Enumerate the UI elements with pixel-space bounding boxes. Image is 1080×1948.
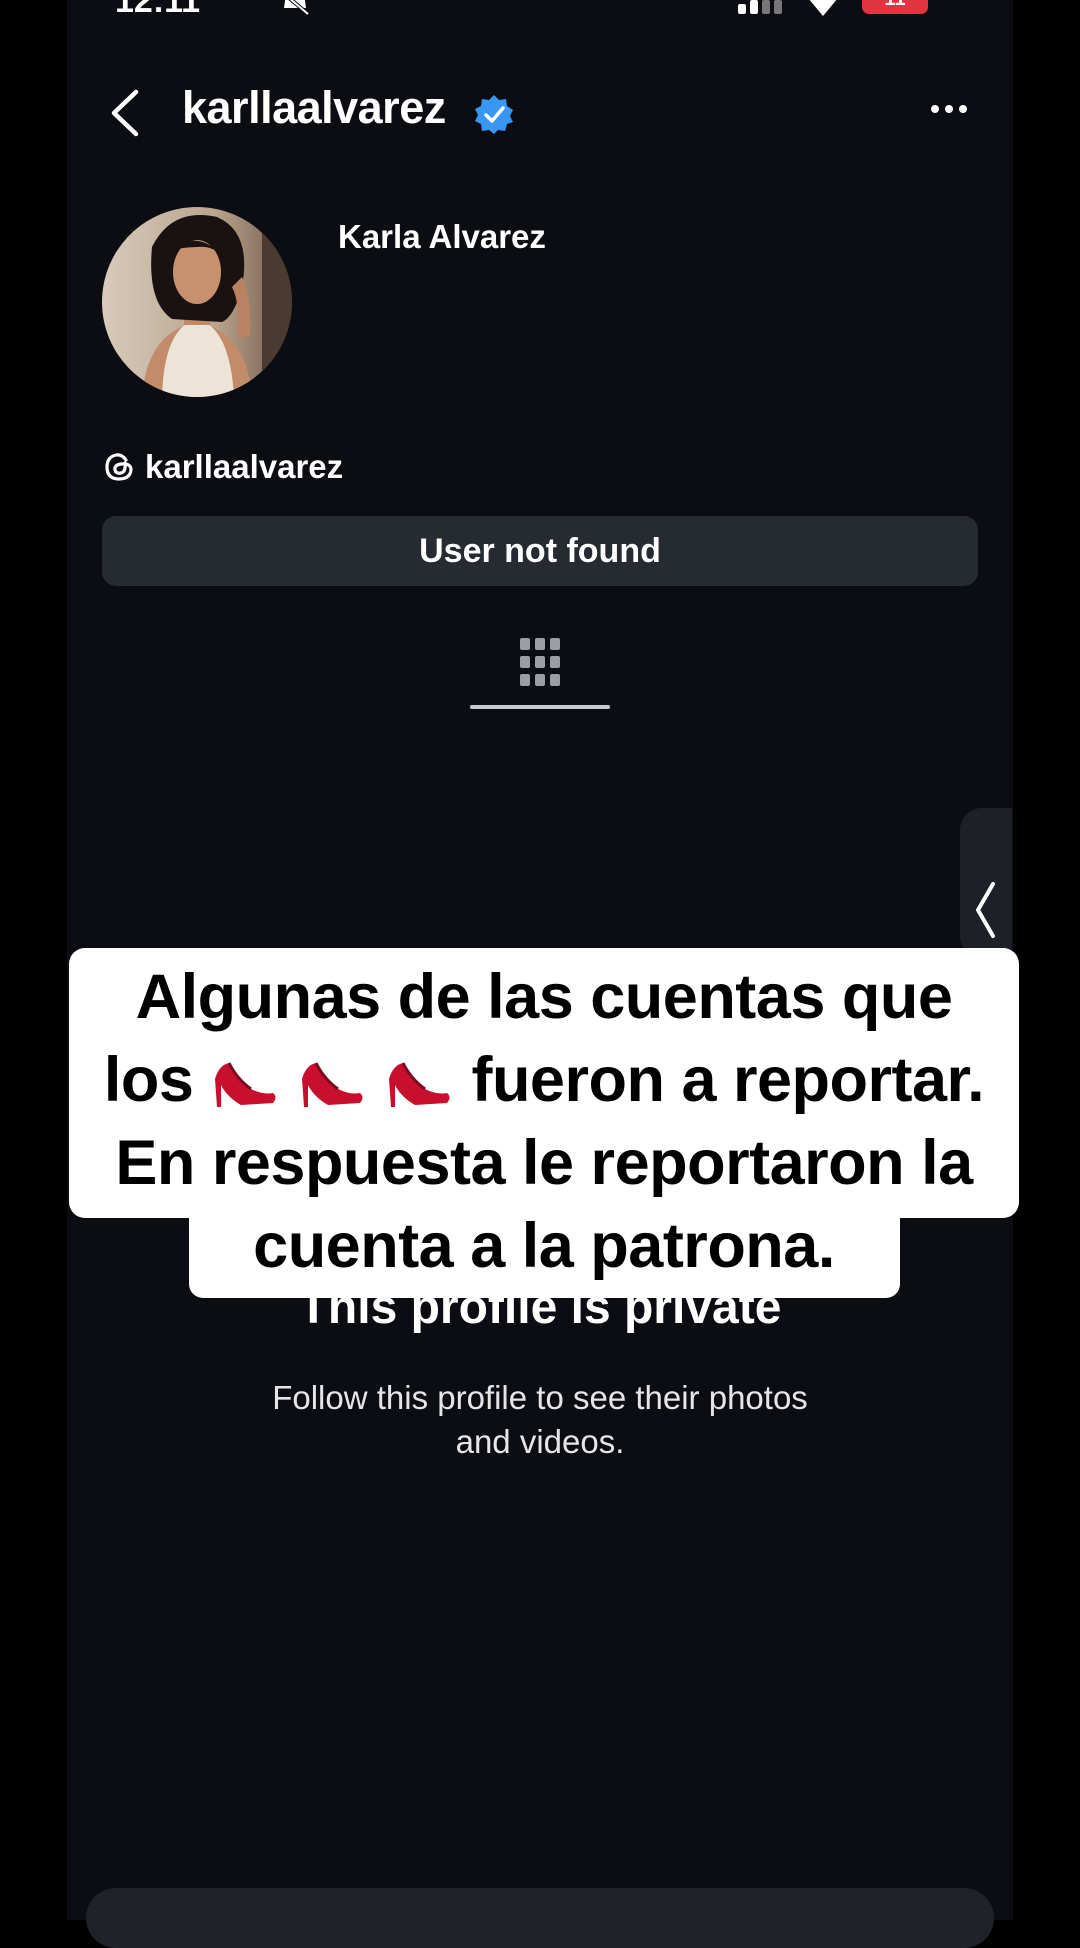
high-heel-icon — [302, 1062, 363, 1107]
chevron-left-icon — [976, 882, 995, 938]
wifi-icon — [809, 0, 837, 16]
high-heel-icon — [215, 1062, 276, 1107]
caption-line-2-end: fueron a reportar. — [471, 1045, 985, 1115]
high-heel-icon — [389, 1062, 450, 1107]
profile-display-name: Karla Alvarez — [338, 218, 546, 255]
threads-handle-link[interactable]: karllaalvarez — [145, 448, 343, 486]
signal-icon — [738, 0, 782, 14]
user-not-found-button[interactable]: User not found — [102, 516, 978, 586]
status-time: 12:11 — [115, 0, 201, 20]
more-options-icon[interactable] — [930, 104, 968, 114]
screen: 12:11 11 karllaalvarez — [0, 0, 1080, 1948]
grid-icon[interactable] — [520, 638, 560, 688]
threads-icon[interactable] — [104, 451, 134, 483]
caption-line-4: cuenta a la patrona. — [253, 1211, 835, 1281]
battery-indicator: 11 — [862, 0, 928, 14]
back-arrow-icon[interactable] — [108, 88, 142, 138]
bottom-action-bar[interactable] — [86, 1888, 994, 1948]
private-subtitle-line-1: Follow this profile to see their photos — [272, 1379, 808, 1416]
verified-badge-icon — [475, 95, 513, 134]
grid-tab-indicator — [470, 705, 610, 709]
video-caption: Algunas de las cuentas que los fueron a … — [69, 956, 1019, 1288]
caption-line-2-start: los — [103, 1045, 194, 1115]
caption-line-1: Algunas de las cuentas que — [135, 962, 953, 1032]
private-subtitle-line-2: and videos. — [455, 1423, 625, 1460]
bell-mute-icon — [284, 0, 310, 16]
profile-username-title: karllaalvarez — [182, 82, 446, 133]
avatar-photo — [102, 207, 292, 397]
caption-line-2: los fueron a reportar. — [69, 1039, 1019, 1122]
caption-line-3: En respuesta le reportaron la — [115, 1128, 973, 1198]
private-profile-subtitle: Follow this profile to see their photos … — [67, 1376, 1013, 1464]
profile-avatar[interactable] — [102, 207, 292, 397]
